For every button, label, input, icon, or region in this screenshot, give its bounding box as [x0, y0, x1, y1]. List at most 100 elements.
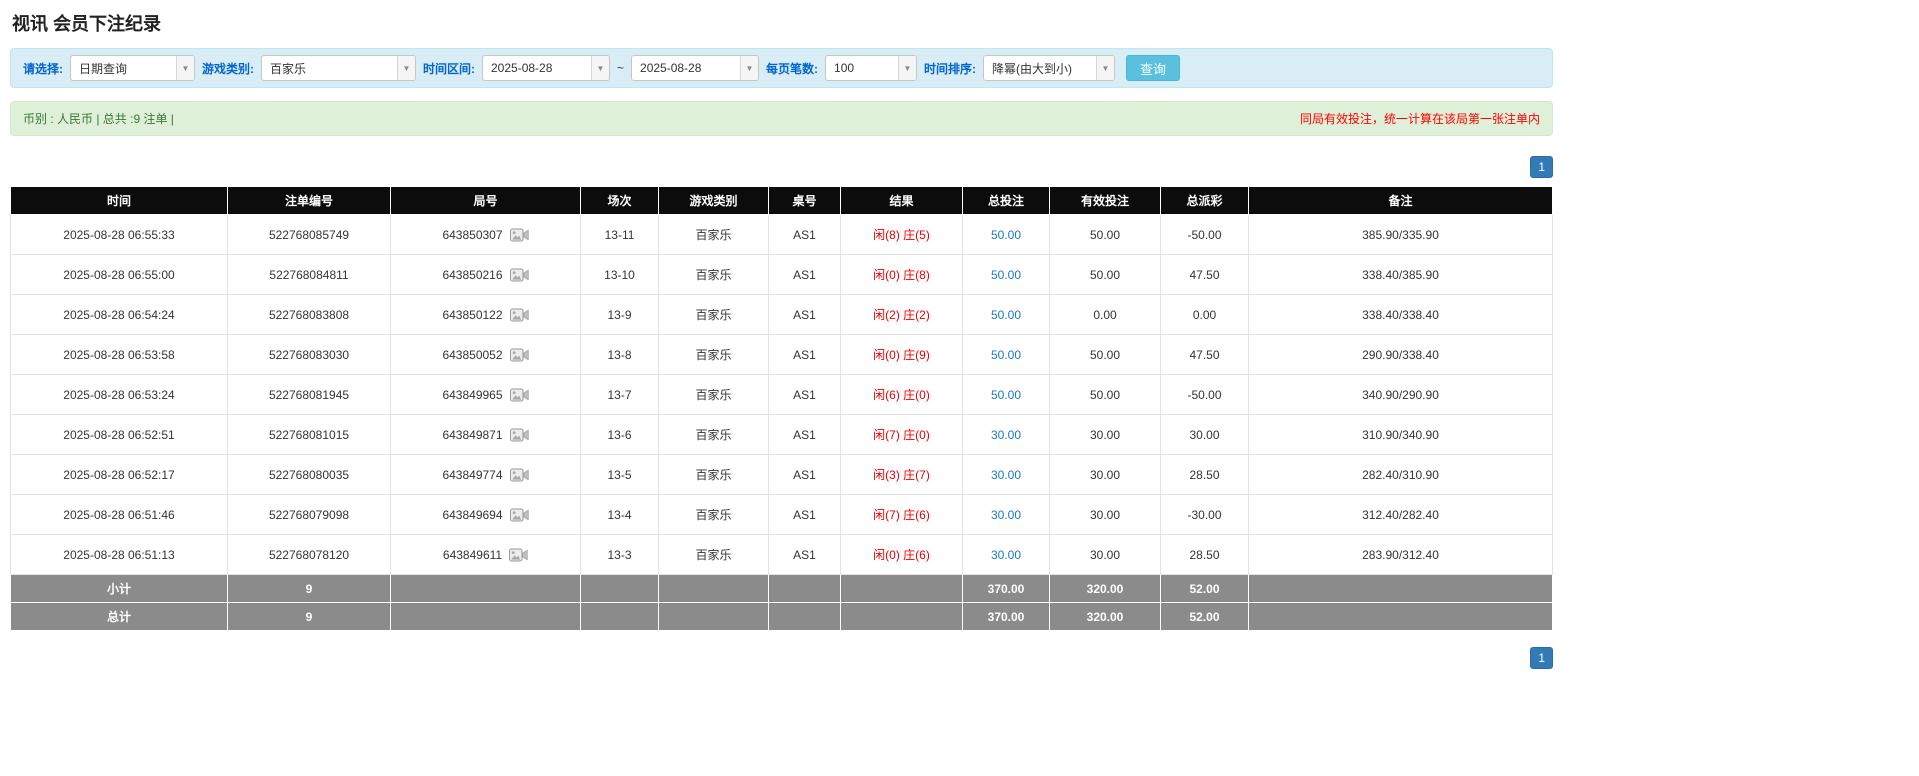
empty-cell [1248, 602, 1553, 631]
total-bet-link[interactable]: 30.00 [991, 508, 1021, 522]
bet-id: 522768081945 [227, 374, 391, 415]
bet-time: 2025-08-28 06:55:00 [10, 254, 228, 295]
payout: 47.50 [1160, 254, 1249, 295]
bet-time: 2025-08-28 06:52:17 [10, 454, 228, 495]
valid-bet: 30.00 [1049, 494, 1161, 535]
table-number: AS1 [768, 294, 841, 335]
bet-id: 522768085749 [227, 214, 391, 255]
session-number: 13-4 [580, 494, 659, 535]
page-button-1[interactable]: 1 [1530, 647, 1553, 669]
result-banker: 庄(9) [903, 348, 930, 362]
replay-video-icon[interactable] [509, 308, 529, 322]
total-bet-cell: 30.00 [962, 454, 1050, 495]
pagination-bottom: 1 [10, 647, 1553, 669]
table-row: 2025-08-28 06:53:24 522768081945 643849965… [10, 374, 1553, 415]
bet-records-table: 时间 注单编号 局号 场次 游戏类别 桌号 结果 总投注 有效投注 总派彩 备注… [10, 186, 1553, 631]
table-number: AS1 [768, 454, 841, 495]
round-cell: 643850307 [390, 214, 581, 255]
payout: 28.50 [1160, 454, 1249, 495]
chevron-down-icon[interactable]: ▼ [591, 56, 609, 80]
replay-video-icon[interactable] [509, 508, 529, 522]
total-bet-link[interactable]: 30.00 [991, 468, 1021, 482]
empty-cell [658, 602, 769, 631]
payout: -50.00 [1160, 374, 1249, 415]
session-number: 13-10 [580, 254, 659, 295]
session-number: 13-11 [580, 214, 659, 255]
total-bet-link[interactable]: 50.00 [991, 348, 1021, 362]
date-to-value: 2025-08-28 [640, 61, 702, 75]
round-cell: 643850052 [390, 334, 581, 375]
total-bet-link[interactable]: 50.00 [991, 268, 1021, 282]
round-cell: 643849694 [390, 494, 581, 535]
total-bet-cell: 50.00 [962, 254, 1050, 295]
valid-bet: 30.00 [1049, 454, 1161, 495]
game-type-select[interactable]: 百家乐 ▼ [261, 55, 416, 81]
payout: 28.50 [1160, 534, 1249, 575]
result-player: 闲(6) [873, 388, 900, 402]
round-id: 643850216 [442, 267, 503, 282]
total-bet-link[interactable]: 30.00 [991, 548, 1021, 562]
header-bet-id: 注单编号 [227, 186, 391, 215]
chevron-down-icon[interactable]: ▼ [740, 56, 759, 80]
valid-bet-note: 同局有效投注，统一计算在该局第一张注单内 [1299, 112, 1540, 126]
replay-video-icon[interactable] [509, 348, 529, 362]
total-payout: 52.00 [1160, 602, 1249, 631]
empty-cell [768, 574, 841, 603]
result-cell: 闲(6) 庄(0) [840, 374, 963, 415]
table-number: AS1 [768, 414, 841, 455]
date-to-select[interactable]: 2025-08-28 ▼ [631, 55, 760, 81]
round-id: 643849871 [442, 427, 503, 442]
total-bet-link[interactable]: 50.00 [991, 308, 1021, 322]
page-size-select[interactable]: 100 ▼ [825, 55, 918, 81]
replay-video-icon[interactable] [509, 228, 529, 242]
result-cell: 闲(3) 庄(7) [840, 454, 963, 495]
empty-cell [768, 602, 841, 631]
total-bet-link[interactable]: 50.00 [991, 388, 1021, 402]
page-title: 视讯 会员下注纪录 [12, 14, 162, 34]
round-id: 643849611 [442, 547, 503, 562]
session-number: 13-9 [580, 294, 659, 335]
bet-time: 2025-08-28 06:55:33 [10, 214, 228, 255]
valid-bet: 50.00 [1049, 214, 1161, 255]
subtotal-count: 9 [227, 574, 391, 603]
table-body: 2025-08-28 06:55:33 522768085749 643850307… [10, 214, 1553, 575]
chevron-down-icon[interactable]: ▼ [176, 56, 194, 80]
date-from-select[interactable]: 2025-08-28 ▼ [482, 55, 610, 81]
total-row: 总计 9 370.00 320.00 52.00 [10, 602, 1553, 631]
chevron-down-icon[interactable]: ▼ [898, 56, 917, 80]
total-bet-cell: 30.00 [962, 414, 1050, 455]
chevron-down-icon[interactable]: ▼ [397, 56, 415, 80]
header-game-type: 游戏类别 [658, 186, 769, 215]
header-total-bet: 总投注 [962, 186, 1050, 215]
query-type-select[interactable]: 日期查询 ▼ [70, 55, 195, 81]
valid-bet: 0.00 [1049, 294, 1161, 335]
game-type-label: 游戏类别: [202, 61, 254, 76]
time-sort-select[interactable]: 降幂(由大到小) ▼ [983, 55, 1116, 81]
total-bet-link[interactable]: 50.00 [991, 228, 1021, 242]
chevron-down-icon[interactable]: ▼ [1096, 56, 1115, 80]
result-banker: 庄(2) [903, 308, 930, 322]
header-time: 时间 [10, 186, 228, 215]
search-button[interactable]: 查询 [1126, 55, 1181, 81]
round-id: 643849965 [442, 387, 503, 402]
game-type: 百家乐 [658, 454, 769, 495]
result-player: 闲(7) [873, 428, 900, 442]
page-size-label: 每页笔数: [766, 61, 819, 76]
page-button-1[interactable]: 1 [1530, 156, 1553, 178]
total-bet-link[interactable]: 30.00 [991, 428, 1021, 442]
replay-video-icon[interactable] [509, 548, 528, 562]
result-player: 闲(7) [873, 508, 900, 522]
bet-time: 2025-08-28 06:52:51 [10, 414, 228, 455]
bet-id: 522768083808 [227, 294, 391, 335]
table-number: AS1 [768, 334, 841, 375]
query-type-value: 日期查询 [79, 61, 128, 76]
empty-cell [390, 574, 581, 603]
session-number: 13-3 [580, 534, 659, 575]
replay-video-icon[interactable] [509, 428, 529, 442]
replay-video-icon[interactable] [509, 268, 529, 282]
result-banker: 庄(0) [903, 388, 930, 402]
replay-video-icon[interactable] [509, 388, 529, 402]
result-player: 闲(2) [873, 308, 900, 322]
pagination-top: 1 [10, 156, 1553, 178]
replay-video-icon[interactable] [509, 468, 529, 482]
